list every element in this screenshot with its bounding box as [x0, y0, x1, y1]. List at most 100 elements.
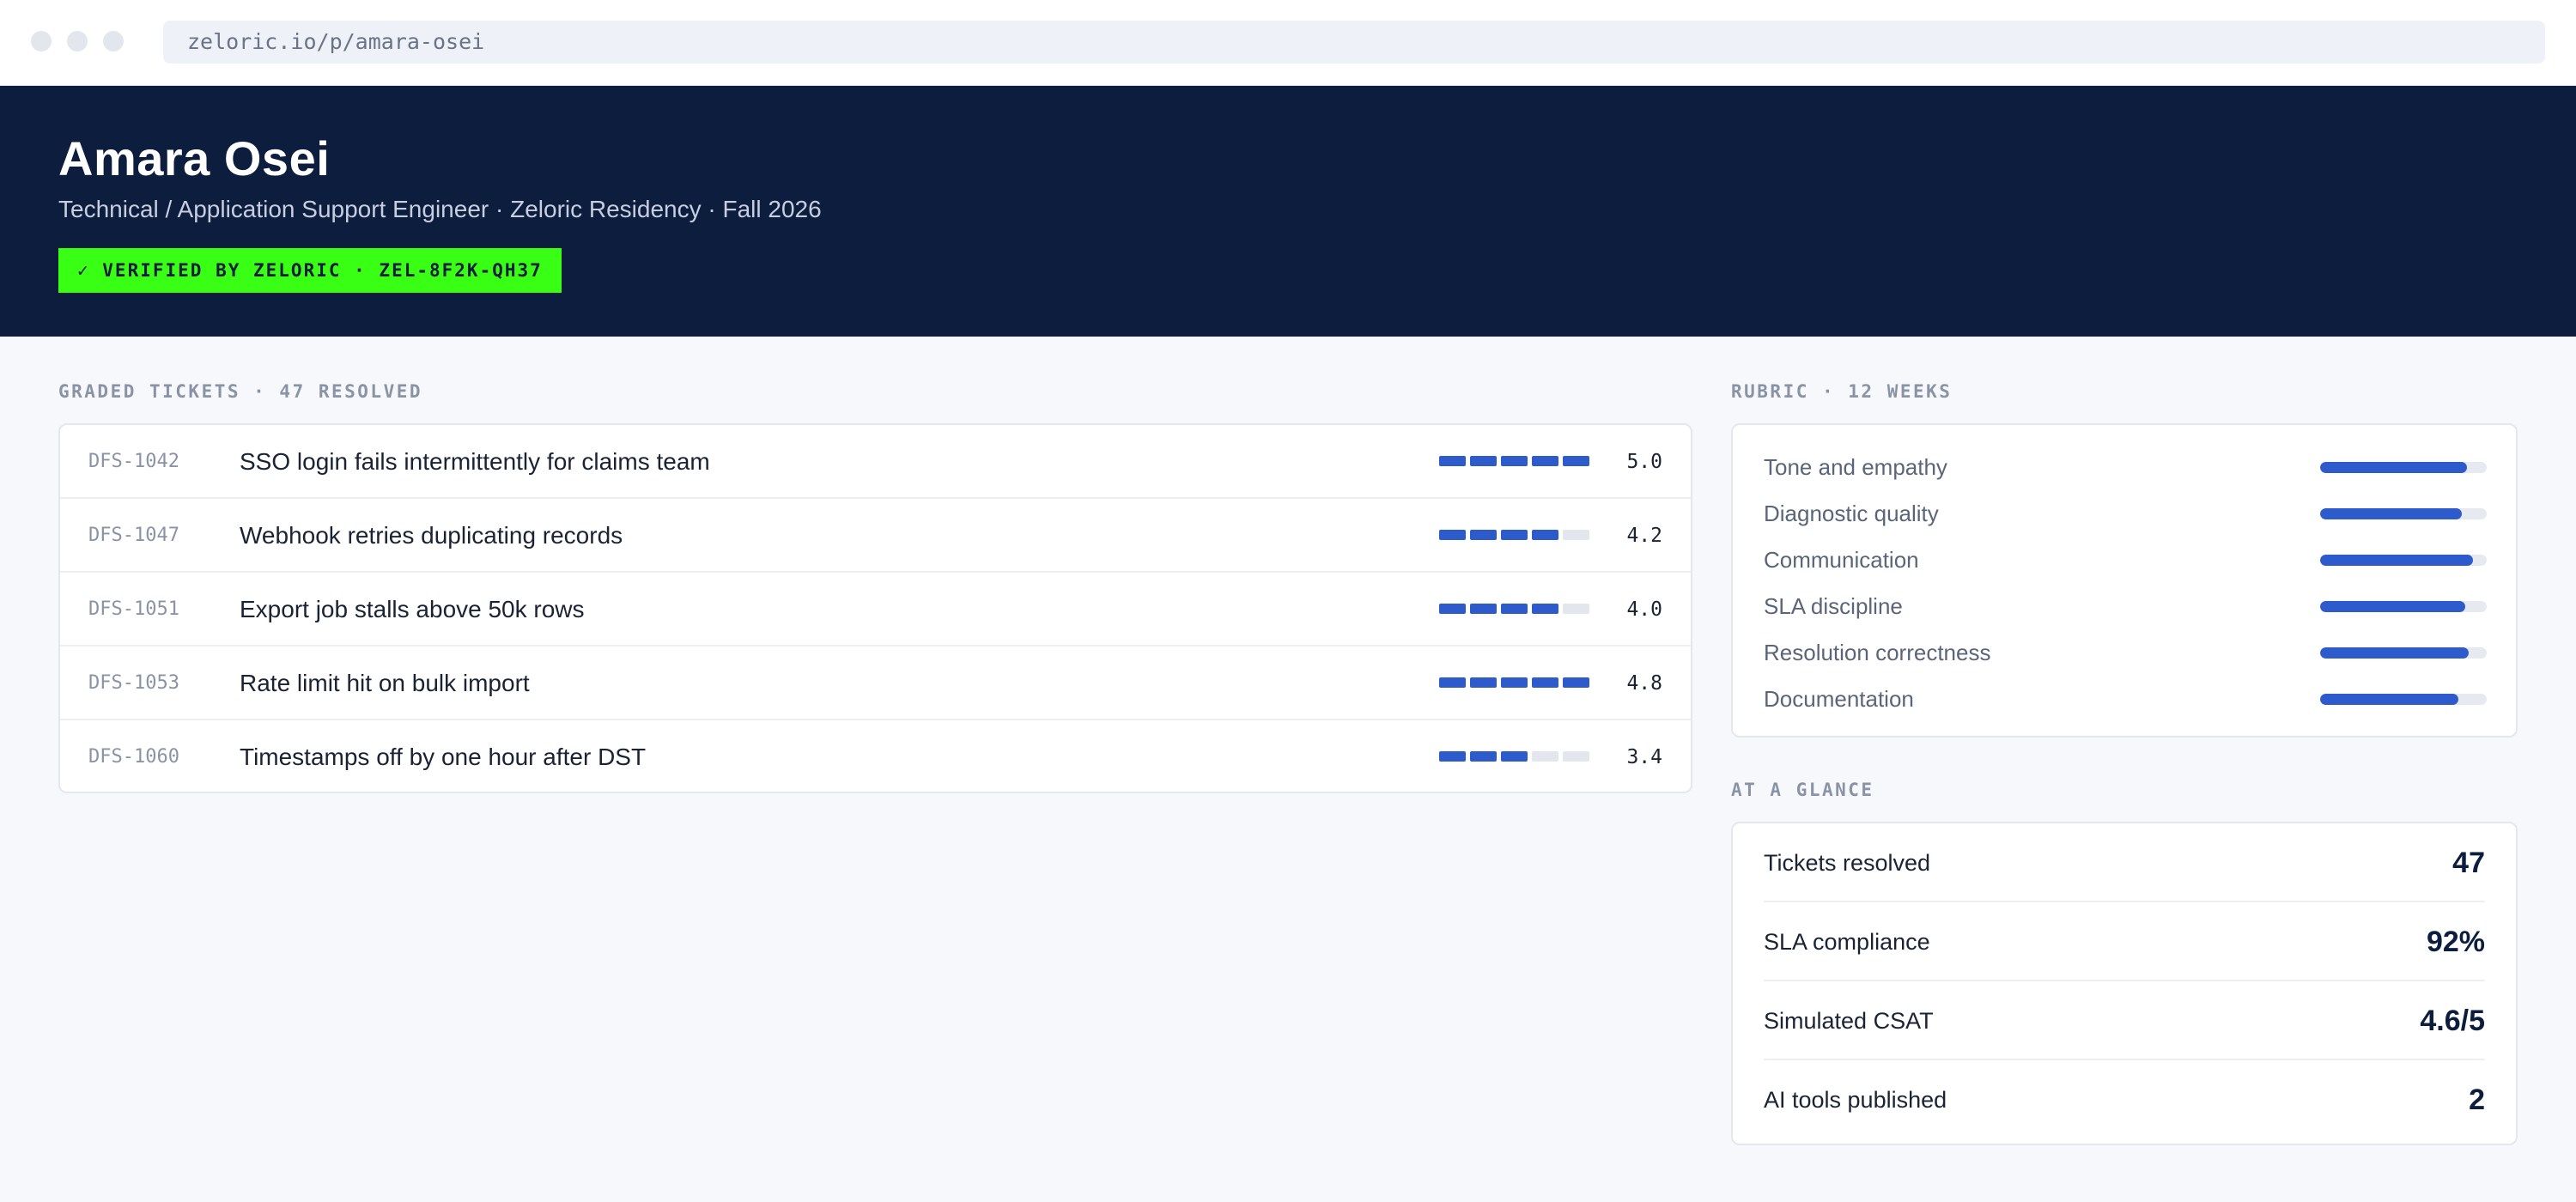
- profile-header: Amara Osei Technical / Application Suppo…: [0, 86, 2576, 337]
- score-segment: [1470, 530, 1497, 540]
- ticket-score: 5.0: [1626, 451, 1662, 473]
- rubric-bar-fill: [2320, 601, 2465, 612]
- score-segment: [1532, 677, 1558, 688]
- rubric-row: Documentation: [1733, 676, 2516, 722]
- ticket-id: DFS-1047: [88, 525, 179, 546]
- rubric-bar-fill: [2320, 555, 2474, 566]
- glance-stat-label: SLA compliance: [1764, 929, 1930, 955]
- rubric-label: Diagnostic quality: [1764, 501, 1939, 526]
- rubric-label: SLA discipline: [1764, 593, 1903, 619]
- rubric-bar-fill: [2320, 462, 2467, 473]
- ticket-id: DFS-1051: [88, 598, 179, 620]
- ticket-score-meter: [1439, 530, 1594, 540]
- rubric-bar-track: [2320, 647, 2487, 659]
- ticket-id: DFS-1042: [88, 451, 179, 472]
- ticket-row[interactable]: DFS-1047 Webhook retries duplicating reco…: [60, 499, 1691, 573]
- rubric-bar-fill: [2320, 508, 2462, 519]
- browser-chrome: zeloric.io/p/amara-osei: [0, 0, 2576, 86]
- ticket-id: DFS-1060: [88, 746, 179, 768]
- glance-stat-value: 47: [2452, 847, 2485, 879]
- glance-stat-row: SLA compliance 92%: [1764, 902, 2485, 981]
- rubric-label: Communication: [1764, 547, 1919, 573]
- score-segment: [1470, 456, 1497, 466]
- window-maximize-dot[interactable]: [103, 31, 124, 52]
- rubric-label: Tone and empathy: [1764, 454, 1947, 480]
- score-segment: [1532, 604, 1558, 614]
- ticket-score-meter: [1439, 751, 1594, 762]
- profile-subtitle: Technical / Application Support Engineer…: [58, 196, 822, 222]
- score-segment: [1501, 456, 1528, 466]
- glance-stat-row: Tickets resolved 47: [1764, 823, 2485, 902]
- score-segment: [1501, 604, 1528, 614]
- rubric-label: Resolution correctness: [1764, 640, 1991, 665]
- rubric-heading: RUBRIC · 12 WEEKS: [1731, 381, 1953, 402]
- glance-stat-value: 4.6/5: [2420, 1005, 2485, 1037]
- score-segment: [1439, 677, 1466, 688]
- tickets-heading: GRADED TICKETS · 47 RESOLVED: [58, 381, 423, 402]
- rubric-bar-fill: [2320, 647, 2469, 659]
- score-segment: [1470, 751, 1497, 762]
- score-segment: [1563, 456, 1589, 466]
- score-segment: [1470, 604, 1497, 614]
- ticket-score: 4.8: [1626, 672, 1662, 695]
- glance-stat-value: 92%: [2426, 926, 2485, 958]
- ticket-score: 4.2: [1626, 525, 1662, 547]
- rubric-label: Documentation: [1764, 686, 1914, 712]
- rubric-row: Resolution correctness: [1733, 629, 2516, 676]
- ticket-score: 4.0: [1626, 598, 1662, 621]
- ticket-score-meter: [1439, 677, 1594, 688]
- ticket-row[interactable]: DFS-1053 Rate limit hit on bulk import 4.8: [60, 647, 1691, 720]
- ticket-title: Webhook retries duplicating records: [240, 522, 623, 549]
- rubric-bar-track: [2320, 694, 2487, 705]
- profile-name: Amara Osei: [58, 131, 331, 185]
- glance-stat-label: Simulated CSAT: [1764, 1008, 1934, 1034]
- glance-stat-label: AI tools published: [1764, 1087, 1947, 1113]
- score-segment: [1501, 677, 1528, 688]
- rubric-bar-track: [2320, 601, 2487, 612]
- glance-stat-label: Tickets resolved: [1764, 850, 1931, 876]
- score-segment: [1563, 751, 1589, 762]
- score-segment: [1563, 604, 1589, 614]
- ticket-title: Rate limit hit on bulk import: [240, 670, 530, 696]
- score-segment: [1532, 751, 1558, 762]
- score-segment: [1439, 530, 1466, 540]
- rubric-bar-fill: [2320, 694, 2459, 705]
- score-segment: [1470, 677, 1497, 688]
- ticket-score-meter: [1439, 604, 1594, 614]
- rubric-bar-track: [2320, 508, 2487, 519]
- score-segment: [1532, 530, 1558, 540]
- verified-badge: ✓ VERIFIED BY ZELORIC · ZEL-8F2K-QH37: [58, 248, 562, 293]
- score-segment: [1532, 456, 1558, 466]
- ticket-id: DFS-1053: [88, 672, 179, 694]
- address-bar[interactable]: zeloric.io/p/amara-osei: [163, 21, 2545, 64]
- score-segment: [1439, 751, 1466, 762]
- glance-stat-value: 2: [2469, 1084, 2485, 1116]
- rubric-row: Communication: [1733, 537, 2516, 583]
- ticket-score-meter: [1439, 456, 1594, 466]
- glance-panel: Tickets resolved 47 SLA compliance 92% Simul…: [1731, 822, 2518, 1145]
- ticket-row[interactable]: DFS-1060 Timestamps off by one hour after…: [60, 720, 1691, 792]
- score-segment: [1439, 456, 1466, 466]
- rubric-panel: Tone and empathy Diagnostic quality Commun…: [1731, 423, 2518, 738]
- rubric-row: Tone and empathy: [1733, 444, 2516, 490]
- ticket-title: Timestamps off by one hour after DST: [240, 744, 647, 770]
- ticket-row[interactable]: DFS-1042 SSO login fails intermittently f…: [60, 425, 1691, 499]
- glance-stat-row: Simulated CSAT 4.6/5: [1764, 981, 2485, 1060]
- glance-heading: AT A GLANCE: [1731, 780, 1874, 800]
- ticket-row[interactable]: DFS-1051 Export job stalls above 50k rows…: [60, 573, 1691, 647]
- window-minimize-dot[interactable]: [67, 31, 88, 52]
- rubric-bar-track: [2320, 462, 2487, 473]
- rubric-row: SLA discipline: [1733, 583, 2516, 629]
- glance-stat-row: AI tools published 2: [1764, 1060, 2485, 1139]
- ticket-title: SSO login fails intermittently for claim…: [240, 448, 710, 475]
- tickets-list: DFS-1042 SSO login fails intermittently f…: [58, 423, 1692, 793]
- score-segment: [1501, 530, 1528, 540]
- ticket-score: 3.4: [1626, 746, 1662, 768]
- ticket-title: Export job stalls above 50k rows: [240, 596, 585, 622]
- rubric-row: Diagnostic quality: [1733, 490, 2516, 537]
- score-segment: [1563, 677, 1589, 688]
- score-segment: [1439, 604, 1466, 614]
- window-close-dot[interactable]: [31, 31, 52, 52]
- score-segment: [1563, 530, 1589, 540]
- score-segment: [1501, 751, 1528, 762]
